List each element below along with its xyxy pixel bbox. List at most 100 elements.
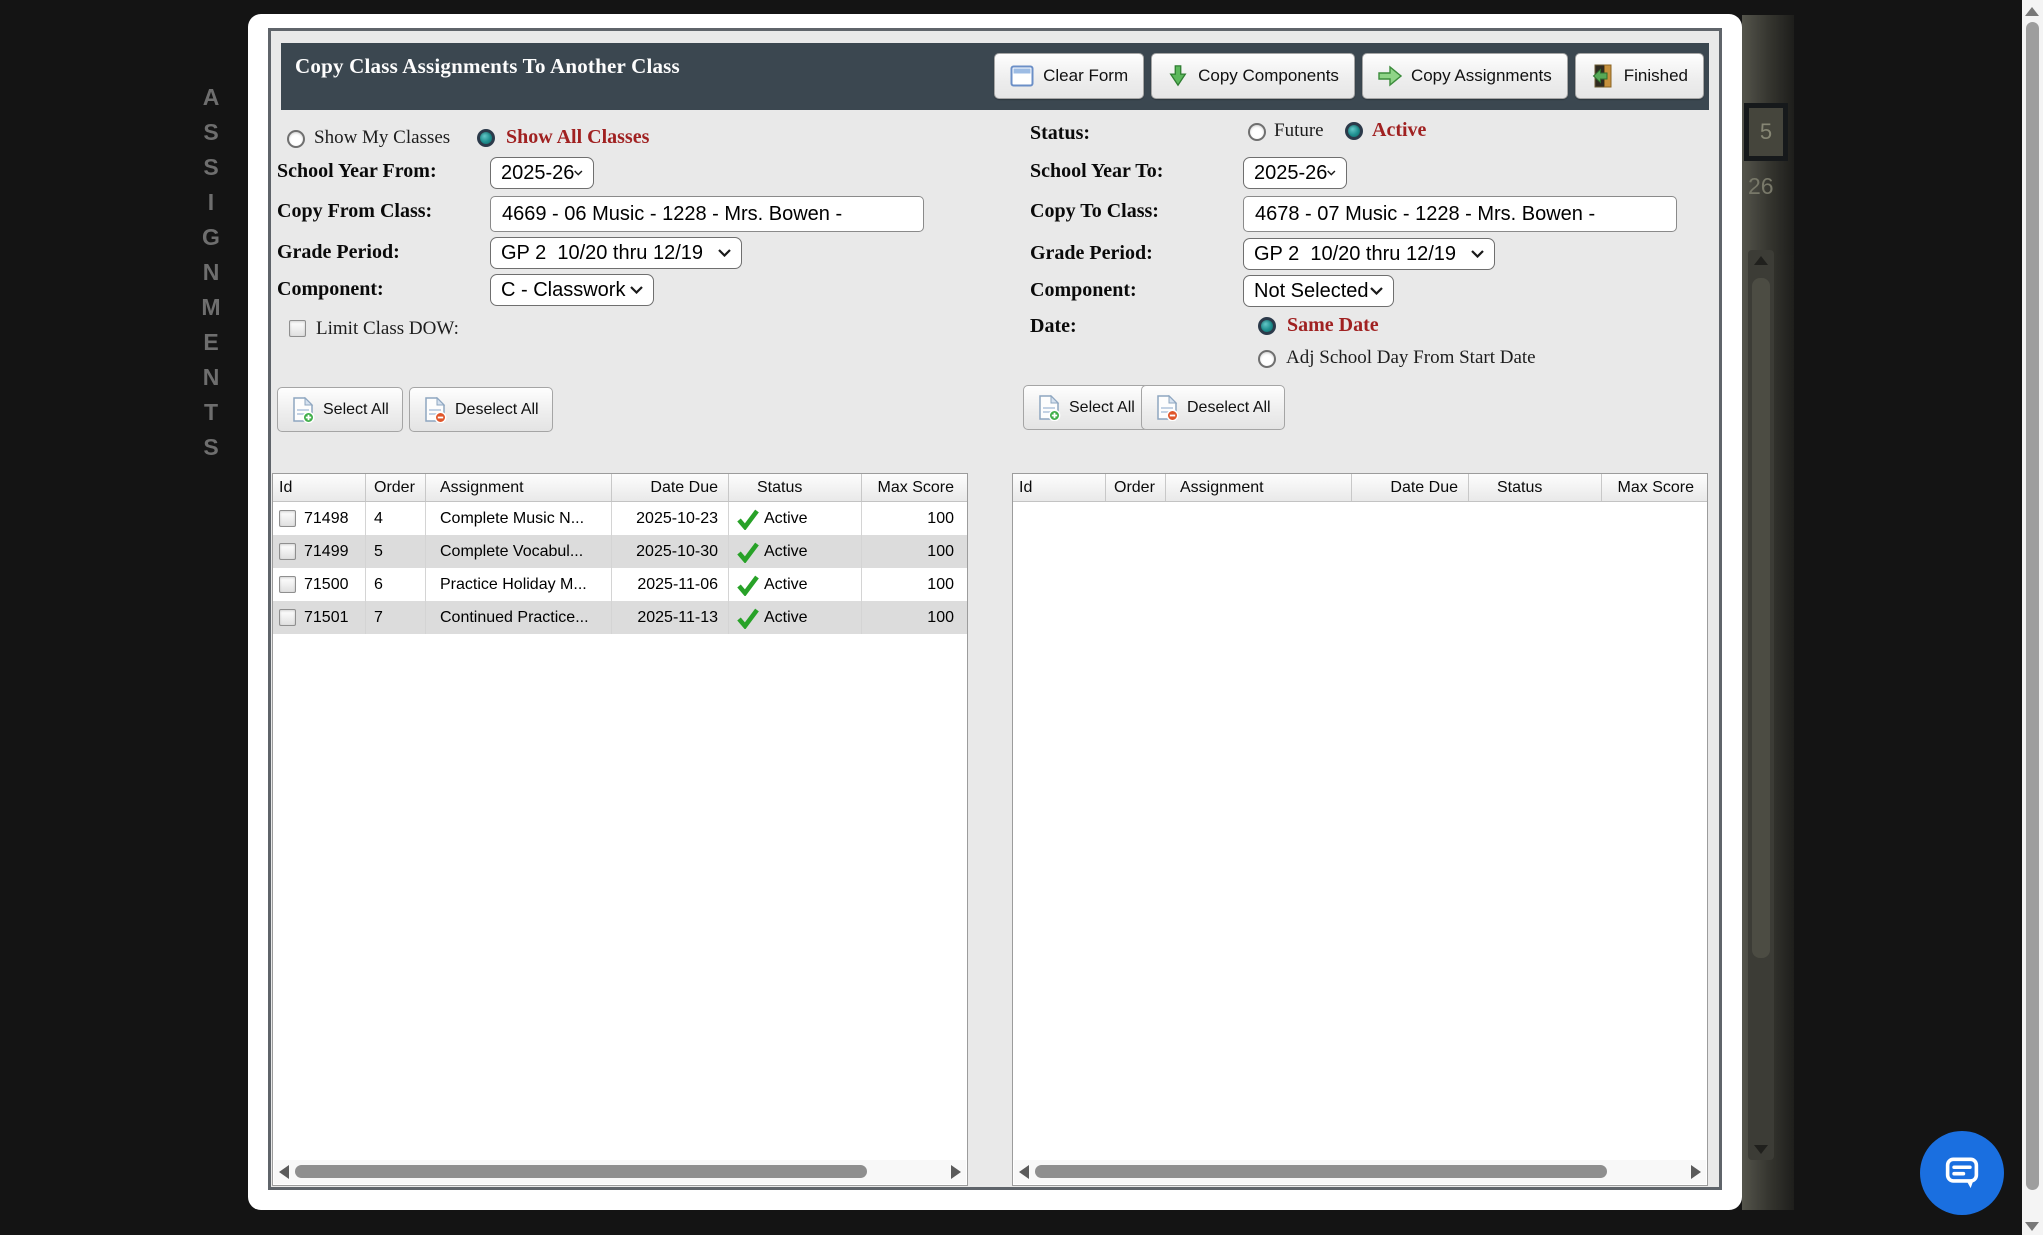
school-year-from-select[interactable]: 2025-26	[490, 157, 594, 189]
header-assignment[interactable]: Assignment	[426, 474, 612, 501]
background-scroll-up-icon	[1754, 256, 1768, 265]
scroll-right-arrow[interactable]	[951, 1165, 961, 1179]
row-status: Active	[729, 568, 862, 601]
page-plus-icon	[1037, 395, 1061, 421]
header-max-score[interactable]: Max Score	[1602, 474, 1707, 501]
header-order[interactable]: Order	[366, 474, 426, 501]
row-checkbox[interactable]	[279, 576, 296, 593]
background-partial-number: 26	[1748, 173, 1774, 200]
row-checkbox[interactable]	[279, 543, 296, 560]
header-status[interactable]: Status	[1469, 474, 1602, 501]
table-row[interactable]: 71499 5 Complete Vocabul... 2025-10-30 A…	[273, 535, 967, 568]
to-deselect-all-button[interactable]: Deselect All	[1141, 385, 1285, 430]
scroll-right-arrow[interactable]	[1691, 1165, 1701, 1179]
date-label: Date:	[1030, 315, 1077, 338]
limit-class-dow-checkbox[interactable]	[289, 320, 306, 337]
clear-form-button[interactable]: Clear Form	[994, 53, 1144, 99]
row-assignment: Practice Holiday M...	[426, 568, 612, 601]
exit-door-icon	[1591, 64, 1615, 88]
scroll-left-arrow[interactable]	[279, 1165, 289, 1179]
header-date-due[interactable]: Date Due	[1352, 474, 1469, 501]
header-max-score[interactable]: Max Score	[862, 474, 967, 501]
show-all-classes-radio[interactable]	[477, 129, 495, 147]
scroll-thumb[interactable]	[295, 1165, 867, 1178]
from-deselect-all-button[interactable]: Deselect All	[409, 387, 553, 432]
background-page-fragment: 5 26	[1742, 15, 1794, 1210]
speech-bubble-icon	[1939, 1150, 1985, 1196]
grade-period-from-select[interactable]: GP 2 10/20 thru 12/19	[490, 237, 742, 269]
limit-class-dow-label[interactable]: Limit Class DOW:	[316, 318, 459, 340]
scroll-up-arrow[interactable]	[2025, 7, 2039, 16]
grade-period-to-value: GP 2 10/20 thru 12/19	[1254, 243, 1456, 266]
copy-components-button[interactable]: Copy Components	[1151, 53, 1355, 99]
copy-to-class-input[interactable]	[1243, 196, 1677, 232]
component-to-value: Not Selected	[1254, 280, 1369, 303]
show-all-classes-label[interactable]: Show All Classes	[506, 126, 649, 149]
header-status[interactable]: Status	[729, 474, 862, 501]
green-check-icon	[737, 508, 759, 530]
from-select-all-label: Select All	[323, 401, 389, 419]
from-table-header: Id Order Assignment Date Due Status Max …	[273, 474, 967, 502]
show-my-classes-label[interactable]: Show My Classes	[314, 127, 450, 149]
to-assignments-panel: Id Order Assignment Date Due Status Max …	[1012, 473, 1708, 1186]
date-adj-school-day-label[interactable]: Adj School Day From Start Date	[1286, 347, 1536, 369]
table-row[interactable]: 71501 7 Continued Practice... 2025-11-13…	[273, 601, 967, 634]
date-same-date-radio[interactable]	[1258, 317, 1276, 335]
from-horizontal-scrollbar	[274, 1160, 966, 1184]
row-max-score: 100	[862, 502, 967, 535]
scroll-thumb[interactable]	[1035, 1165, 1607, 1178]
chevron-down-icon	[718, 249, 731, 257]
row-date-due: 2025-10-30	[612, 535, 729, 568]
header-id[interactable]: Id	[1013, 474, 1106, 501]
status-active-label[interactable]: Active	[1372, 119, 1426, 142]
row-status: Active	[729, 502, 862, 535]
component-to-select[interactable]: Not Selected	[1243, 275, 1394, 307]
row-checkbox[interactable]	[279, 510, 296, 527]
status-future-label[interactable]: Future	[1274, 120, 1324, 142]
header-date-due[interactable]: Date Due	[612, 474, 729, 501]
row-id: 71498	[304, 510, 349, 528]
header-id[interactable]: Id	[273, 474, 366, 501]
component-from-select[interactable]: C - Classwork	[490, 274, 654, 306]
grade-period-to-select[interactable]: GP 2 10/20 thru 12/19	[1243, 238, 1495, 270]
copy-from-class-label: Copy From Class:	[277, 200, 432, 223]
header-assignment[interactable]: Assignment	[1166, 474, 1352, 501]
row-id: 71499	[304, 543, 349, 561]
date-adj-school-day-radio[interactable]	[1258, 350, 1276, 368]
component-to-label: Component:	[1030, 279, 1137, 302]
row-order: 5	[366, 535, 426, 568]
scroll-down-arrow[interactable]	[2025, 1222, 2039, 1231]
copy-components-label: Copy Components	[1198, 66, 1339, 86]
row-date-due: 2025-10-23	[612, 502, 729, 535]
background-scroll-down-icon	[1754, 1145, 1768, 1154]
row-assignment: Complete Vocabul...	[426, 535, 612, 568]
from-select-all-button[interactable]: Select All	[277, 387, 403, 432]
status-label: Status:	[1030, 122, 1090, 145]
row-max-score: 100	[862, 535, 967, 568]
page-plus-icon	[291, 397, 315, 423]
to-table-header: Id Order Assignment Date Due Status Max …	[1013, 474, 1707, 502]
status-active-radio[interactable]	[1345, 122, 1363, 140]
table-row[interactable]: 71498 4 Complete Music N... 2025-10-23 A…	[273, 502, 967, 535]
scroll-thumb[interactable]	[2026, 22, 2039, 1190]
row-order: 7	[366, 601, 426, 634]
header-order[interactable]: Order	[1106, 474, 1166, 501]
row-assignment: Continued Practice...	[426, 601, 612, 634]
chat-button[interactable]	[1920, 1131, 2004, 1215]
row-checkbox[interactable]	[279, 609, 296, 626]
row-max-score: 100	[862, 601, 967, 634]
chevron-down-icon	[574, 169, 583, 177]
date-same-date-label[interactable]: Same Date	[1287, 314, 1379, 337]
window-icon	[1010, 65, 1034, 87]
finished-button[interactable]: Finished	[1575, 53, 1704, 99]
school-year-to-select[interactable]: 2025-26	[1243, 157, 1347, 189]
dialog-titlebar: Copy Class Assignments To Another Class …	[281, 43, 1709, 110]
scroll-left-arrow[interactable]	[1019, 1165, 1029, 1179]
copy-assignments-button[interactable]: Copy Assignments	[1362, 53, 1568, 99]
table-row[interactable]: 71500 6 Practice Holiday M... 2025-11-06…	[273, 568, 967, 601]
copy-from-class-input[interactable]	[490, 196, 924, 232]
to-select-all-button[interactable]: Select All	[1023, 385, 1149, 430]
show-my-classes-radio[interactable]	[287, 130, 305, 148]
status-future-radio[interactable]	[1248, 123, 1266, 141]
green-check-icon	[737, 541, 759, 563]
